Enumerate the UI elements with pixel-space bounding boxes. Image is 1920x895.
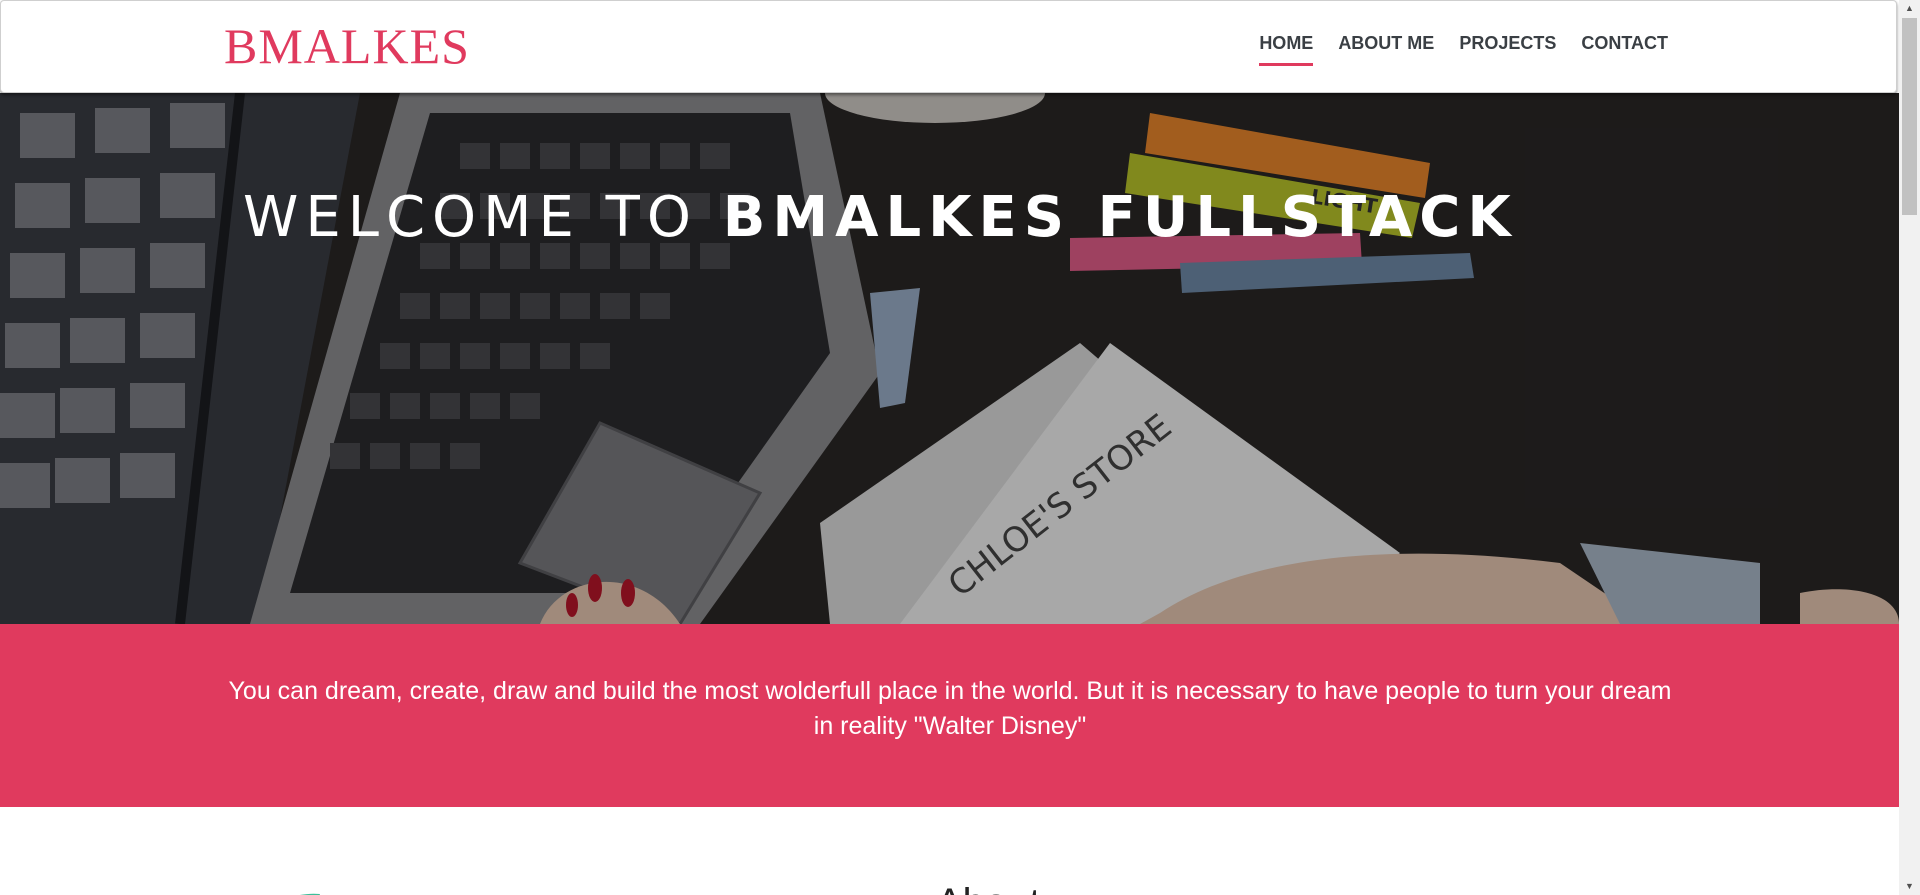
vertical-scrollbar[interactable]: ▲ ▼ xyxy=(1899,0,1920,895)
hero-section: LIGHT CHLOE'S STORE WELCOME TO BMALKES F… xyxy=(0,93,1899,624)
quote-band: You can dream, create, draw and build th… xyxy=(0,624,1899,807)
nav-projects-link[interactable]: PROJECTS xyxy=(1459,32,1556,66)
hero-dim-overlay xyxy=(0,93,1899,624)
nav-home-link[interactable]: HOME xyxy=(1259,32,1314,66)
main-nav: HOME ABOUT ME PROJECTS CONTACT xyxy=(1259,32,1668,66)
page: BMALKES HOME ABOUT ME PROJECTS CONTACT L… xyxy=(0,0,1899,895)
about-logo-image xyxy=(300,893,320,895)
scrollbar-thumb[interactable] xyxy=(1902,18,1917,215)
hero-title-light: WELCOME TO xyxy=(243,185,723,250)
hero-title-bold: BMALKES FULLSTACK xyxy=(722,185,1518,250)
nav-about-link[interactable]: ABOUT ME xyxy=(1338,32,1434,66)
nav-contact-link[interactable]: CONTACT xyxy=(1581,32,1668,66)
scroll-down-arrow-icon[interactable]: ▼ xyxy=(1899,878,1920,895)
site-logo[interactable]: BMALKES xyxy=(224,15,470,77)
site-header: BMALKES HOME ABOUT ME PROJECTS CONTACT xyxy=(0,0,1897,93)
quote-text: You can dream, create, draw and build th… xyxy=(228,677,1672,740)
hero-title: WELCOME TO BMALKES FULLSTACK xyxy=(243,183,1518,253)
about-heading: About xyxy=(936,879,1041,895)
about-section: About xyxy=(0,807,1899,895)
scroll-up-arrow-icon[interactable]: ▲ xyxy=(1899,0,1920,17)
